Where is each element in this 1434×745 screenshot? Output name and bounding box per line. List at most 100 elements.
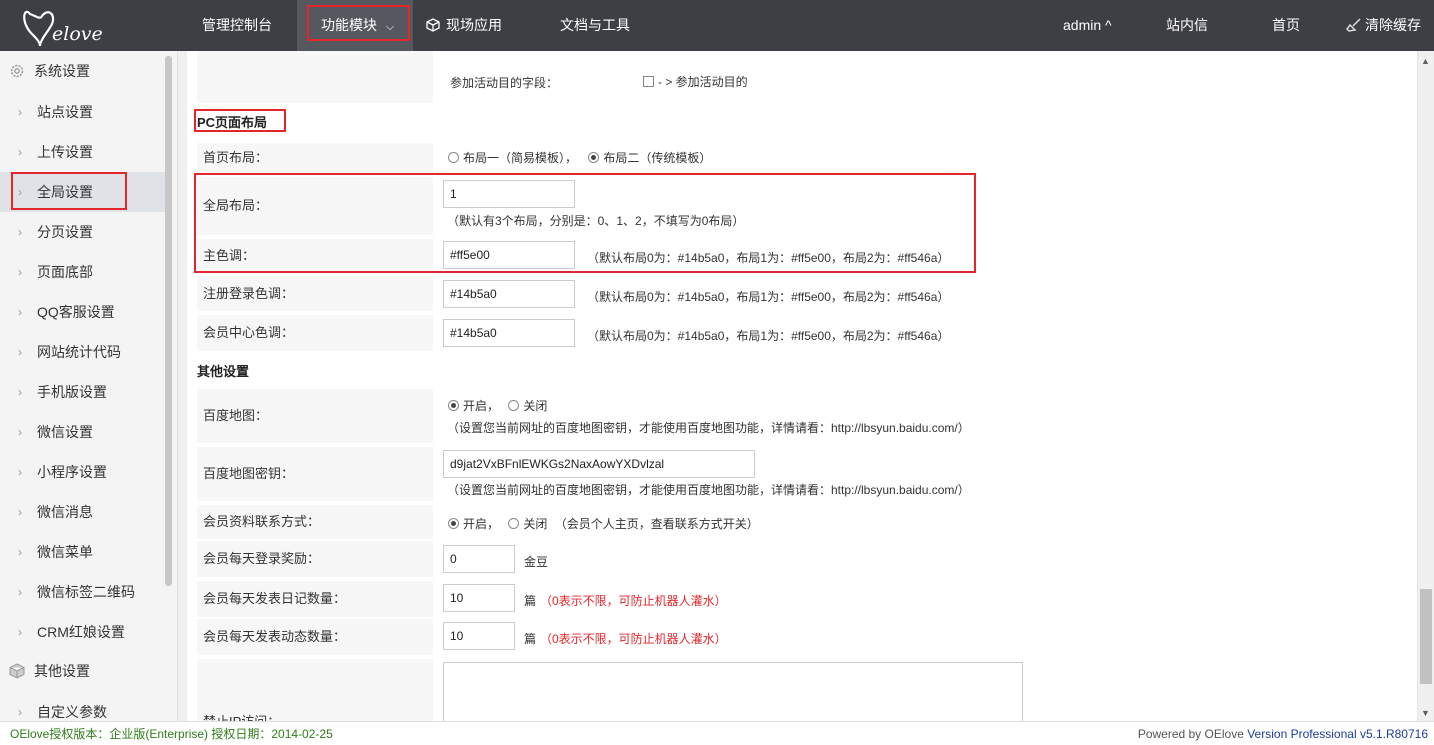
gear-icon [10, 64, 24, 78]
page-scrollbar[interactable]: ▲ ▼ [1417, 51, 1434, 721]
sidebar-item-mobile[interactable]: › 手机版设置 [0, 372, 170, 412]
sidebar-item-custom-params[interactable]: › 自定义参数 [0, 692, 170, 721]
sidebar-group-label: 系统设置 [34, 63, 90, 79]
form-label-empty [197, 65, 433, 103]
section-other-settings: 其他设置 [197, 364, 250, 379]
chevron-right-icon: › [18, 625, 22, 639]
global-layout-input[interactable]: 1 [443, 180, 575, 208]
dynamic-label: 会员每天发表动态数量： [197, 619, 433, 655]
clear-cache-label: 清除缓存 [1365, 17, 1421, 33]
nav-function-modules[interactable]: 功能模块 ⌵ [297, 0, 413, 51]
daily-login-label: 会员每天登录奖励： [197, 541, 433, 577]
baidu-map-options: 开启， 关闭 [448, 397, 547, 414]
layout-1-label: 布局一（简易模板）， [463, 151, 578, 165]
sidebar-item-crm[interactable]: › CRM红娘设置 [0, 612, 170, 652]
nav-home[interactable]: 首页 [1272, 0, 1300, 51]
license-info: OElove授权版本：企业版(Enterprise) 授权日期：2014-02-… [10, 727, 333, 741]
sidebar-item-stats[interactable]: › 网站统计代码 [0, 332, 170, 372]
sidebar-item-wechat[interactable]: › 微信设置 [0, 412, 170, 452]
nav-messages[interactable]: 站内信 [1166, 0, 1208, 51]
member-color-note: （默认布局0为：#14b5a0，布局1为：#ff5e00，布局2为：#ff546… [587, 329, 950, 343]
nav-live-apps[interactable]: 现场应用 [426, 0, 502, 51]
baidu-key-input[interactable]: d9jat2VxBFnlEWKGs2NaxAowYXDvlzal [443, 450, 755, 478]
form-label-cut [197, 51, 433, 65]
radio-contact-on[interactable] [448, 518, 459, 529]
chevron-right-icon: › [18, 465, 22, 479]
diary-label: 会员每天发表日记数量： [197, 581, 433, 617]
sidebar-item-label: 手机版设置 [37, 384, 107, 400]
sidebar-scrollbar[interactable] [165, 56, 172, 586]
chevron-right-icon: › [18, 425, 22, 439]
ban-ip-textarea[interactable] [443, 662, 1023, 721]
activity-checkbox[interactable] [643, 76, 654, 87]
sidebar-item-wechat-menu[interactable]: › 微信菜单 [0, 532, 170, 572]
contact-options: 开启， 关闭 （会员个人主页，查看联系方式开关） [448, 515, 759, 532]
sidebar: 系统设置 › 站点设置 › 上传设置 › 全局设置 › 分页设置 › 页面底部 › QQ客服… [0, 51, 178, 721]
sidebar-item-global[interactable]: › 全局设置 [0, 172, 170, 212]
chevron-right-icon: › [18, 265, 22, 279]
sidebar-item-label: 全局设置 [37, 184, 93, 200]
reg-color-input[interactable]: #14b5a0 [443, 280, 575, 308]
clear-cache-button[interactable]: 清除缓存 [1346, 0, 1421, 51]
top-navbar: elove 管理控制台 功能模块 ⌵ 现场应用 文档与工具 admin ^ 站内… [0, 0, 1434, 51]
powered-by: Powered by OElove Version Professional v… [1138, 722, 1428, 745]
scroll-up-icon[interactable]: ▲ [1421, 56, 1430, 66]
baidu-map-label: 百度地图： [197, 389, 433, 443]
chevron-right-icon: › [18, 145, 22, 159]
sidebar-item-wechat-qrcode[interactable]: › 微信标签二维码 [0, 572, 170, 612]
global-layout-note: （默认有3个布局，分别是：0、1、2，不填写为0布局） [447, 214, 745, 228]
svg-text:elove: elove [52, 23, 103, 45]
chevron-down-icon: ⌵ [385, 21, 395, 33]
sidebar-item-pagination[interactable]: › 分页设置 [0, 212, 170, 252]
oelove-logo[interactable]: elove [22, 4, 122, 48]
layout-2-label: 布局二（传统模板） [603, 151, 712, 165]
radio-layout-1[interactable] [448, 152, 459, 163]
sidebar-item-miniprogram[interactable]: › 小程序设置 [0, 452, 170, 492]
nav-docs-tools[interactable]: 文档与工具 [560, 0, 630, 51]
diary-input[interactable]: 10 [443, 584, 515, 612]
radio-contact-off[interactable] [508, 518, 520, 529]
sidebar-item-site[interactable]: › 站点设置 [0, 92, 170, 132]
sidebar-item-upload[interactable]: › 上传设置 [0, 132, 170, 172]
sidebar-item-label: CRM红娘设置 [37, 624, 125, 640]
daily-login-input[interactable]: 0 [443, 545, 515, 573]
diary-note: （0表示不限，可防止机器人灌水） [540, 594, 727, 608]
admin-user-menu[interactable]: admin ^ [1063, 0, 1112, 51]
main-color-note: （默认布局0为：#14b5a0，布局1为：#ff5e00，布局2为：#ff546… [587, 251, 950, 265]
sidebar-item-label: 微信消息 [37, 504, 93, 520]
scrollbar-thumb[interactable] [1420, 589, 1432, 684]
sidebar-item-label: 站点设置 [37, 104, 93, 120]
sidebar-group-other[interactable]: 其他设置 [0, 651, 170, 691]
chevron-right-icon: › [18, 545, 22, 559]
sidebar-item-label: 微信设置 [37, 424, 93, 440]
nav-admin-console[interactable]: 管理控制台 [202, 0, 272, 51]
powered-by-text: Powered by OElove [1137, 727, 1244, 741]
radio-baidu-off[interactable] [508, 400, 520, 411]
activity-option[interactable]: - > 参加活动目的 [643, 73, 748, 90]
home-layout-options: 布局一（简易模板）， 布局二（传统模板） [448, 149, 711, 166]
member-color-input[interactable]: #14b5a0 [443, 319, 575, 347]
main-color-input[interactable]: #ff5e00 [443, 241, 575, 269]
main-color-label: 主色调： [197, 239, 433, 273]
cube-icon [426, 0, 440, 51]
member-color-label: 会员中心色调： [197, 315, 433, 351]
sidebar-item-footer[interactable]: › 页面底部 [0, 252, 170, 292]
sidebar-item-wechat-messages[interactable]: › 微信消息 [0, 492, 170, 532]
sidebar-item-qq[interactable]: › QQ客服设置 [0, 292, 170, 332]
scroll-down-icon[interactable]: ▼ [1421, 708, 1430, 718]
cube-icon [9, 663, 25, 679]
dynamic-input[interactable]: 10 [443, 622, 515, 650]
reg-color-label: 注册登录色调： [197, 277, 433, 311]
on-label: 开启， [463, 517, 500, 531]
chevron-right-icon: › [18, 505, 22, 519]
radio-layout-2[interactable] [588, 152, 600, 163]
reg-color-note: （默认布局0为：#14b5a0，布局1为：#ff5e00，布局2为：#ff546… [587, 290, 950, 304]
version-link[interactable]: Version Professional v5.1.R80716 [1247, 727, 1428, 741]
baidu-key-label: 百度地图密钥： [197, 447, 433, 501]
dynamic-note: （0表示不限，可防止机器人灌水） [540, 632, 727, 646]
sidebar-item-label: 自定义参数 [37, 704, 107, 720]
radio-baidu-on[interactable] [448, 400, 459, 411]
contact-label: 会员资料联系方式： [197, 505, 433, 539]
sidebar-group-system[interactable]: 系统设置 [0, 51, 170, 91]
sidebar-item-label: QQ客服设置 [37, 304, 115, 320]
